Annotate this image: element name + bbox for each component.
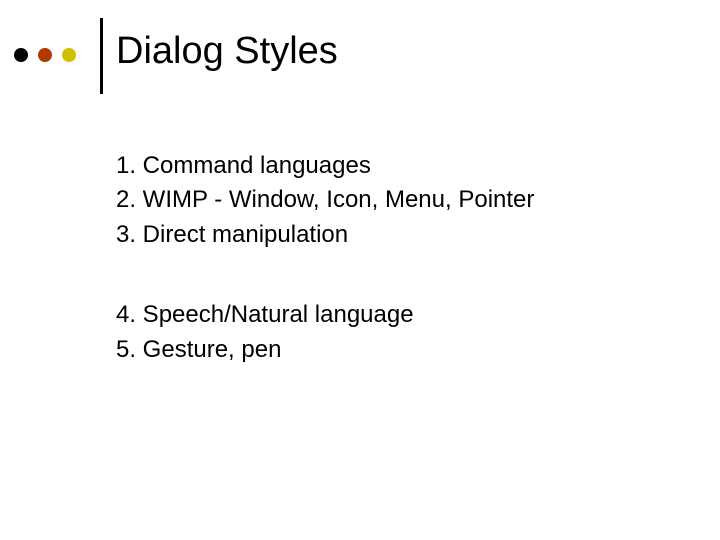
list-item: 3. Direct manipulation <box>116 219 676 251</box>
slide-body: 1. Command languages 2. WIMP - Window, I… <box>116 150 676 368</box>
list-item: 1. Command languages <box>116 150 676 182</box>
list-item: 5. Gesture, pen <box>116 334 676 366</box>
slide: Dialog Styles 1. Command languages 2. WI… <box>0 0 720 540</box>
dot-icon <box>14 48 28 62</box>
list-group-2: 4. Speech/Natural language 5. Gesture, p… <box>116 299 676 366</box>
dot-icon <box>38 48 52 62</box>
slide-title: Dialog Styles <box>116 30 338 73</box>
decorative-dots <box>14 48 76 62</box>
dot-icon <box>62 48 76 62</box>
list-group-1: 1. Command languages 2. WIMP - Window, I… <box>116 150 676 251</box>
vertical-divider <box>100 18 103 94</box>
list-item: 4. Speech/Natural language <box>116 299 676 331</box>
list-item: 2. WIMP - Window, Icon, Menu, Pointer <box>116 184 676 216</box>
